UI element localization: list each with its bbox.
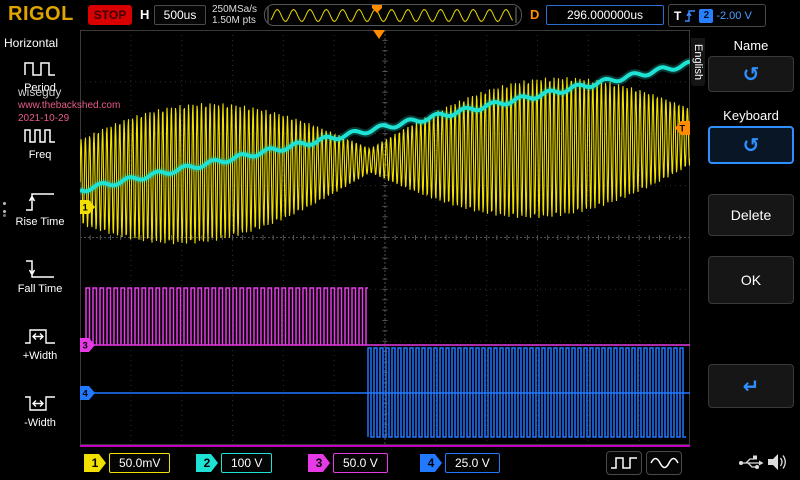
channel-2-tag: 2 [196,454,218,472]
horizontal-label: H [140,7,149,22]
sidebar-title: Horizontal [0,30,80,50]
top-status-bar: RIGOL STOP H 500us 250MSa/s 1.50M pts D … [0,0,800,30]
usb-icon [738,451,764,475]
measure-sidebar: Horizontal Period Freq Rise Time Fall Ti… [0,30,80,445]
channel-3-status[interactable]: 3 50.0 V [308,451,388,475]
sine-wave-indicator[interactable] [646,451,682,475]
sidebar-item-label: +Width [0,350,80,362]
oscilloscope-ui: RIGOL STOP H 500us 250MSa/s 1.50M pts D … [0,0,800,480]
channel-1-status[interactable]: 1 50.0mV [84,451,170,475]
sidebar-item-plus-width[interactable]: +Width [0,324,80,362]
square-wave-icon [609,454,639,472]
channel-1-ground-label: 1 [83,203,89,214]
trigger-level-readout: -2.00 V [716,10,751,22]
overview-waveform-icon [265,5,519,25]
softkey-menu: English Name ↺ Keyboard ↺ Delete OK ↵ [690,30,800,445]
channel-3-tag: 3 [308,454,330,472]
keyboard-label: Keyboard [708,108,794,123]
trigger-source-badge: 2 [699,9,713,23]
run-state-badge[interactable]: STOP [88,5,132,25]
graticule: 1 3 4 T [80,30,690,445]
keyboard-button[interactable]: ↺ [708,126,794,164]
delay-readout[interactable]: 296.000000us [546,5,664,25]
channel-1-scale: 50.0mV [109,453,170,473]
overview-trigger-marker[interactable] [372,5,382,13]
name-label: Name [708,38,794,53]
plus-width-icon [23,324,57,348]
delete-button[interactable]: Delete [708,194,794,236]
sine-wave-icon [649,454,679,472]
name-button[interactable]: ↺ [708,56,794,92]
trigger-level-marker-label: T [680,124,686,134]
bottom-right-indicators [606,451,682,475]
channel-4-scale: 25.0 V [445,453,500,473]
sidebar-item-label: -Width [0,417,80,429]
channel-4-status[interactable]: 4 25.0 V [420,451,500,475]
minus-width-icon [23,391,57,415]
channel-3-scale: 50.0 V [333,453,388,473]
undo-icon: ↺ [743,64,760,84]
overview-trace [271,10,513,22]
memory-depth: 1.50M pts [212,15,257,26]
channel-4-ground-label: 4 [83,389,89,400]
speaker-icon [766,450,788,474]
scroll-indicator [3,202,6,205]
trigger-label: T [674,9,681,23]
language-tab: English [691,38,705,86]
sidebar-item-label: Rise Time [0,216,80,228]
channel-1-tag: 1 [84,454,106,472]
rise-time-icon [23,190,57,214]
sidebar-item-freq[interactable]: Freq [0,123,80,161]
channel-3-ground-label: 3 [83,341,88,352]
fall-time-icon [23,257,57,281]
speaker-indicator [766,450,788,479]
usb-indicator [738,451,764,480]
timebase-readout[interactable]: 500us [154,5,206,25]
channel-2-status[interactable]: 2 100 V [196,451,272,475]
sidebar-item-label: Period [0,82,80,94]
period-icon [23,56,57,80]
sample-rate: 250MSa/s [212,4,257,15]
channel-status-bar: 1 50.0mV 2 100 V 3 50.0 V 4 25.0 V [0,447,800,480]
scope-display: 1 3 4 T [80,30,690,447]
enter-icon: ↵ [743,376,760,396]
sidebar-item-rise-time[interactable]: Rise Time [0,190,80,228]
sidebar-item-fall-time[interactable]: Fall Time [0,257,80,295]
sidebar-item-label: Fall Time [0,283,80,295]
channel-2-scale: 100 V [221,453,272,473]
acquisition-readout: 250MSa/s 1.50M pts [212,4,257,26]
ch3-trace [86,288,690,345]
trigger-slope-icon [684,8,696,24]
sidebar-item-minus-width[interactable]: -Width [0,391,80,429]
delay-label: D [530,7,539,22]
waveform-traces [80,62,690,437]
ok-button[interactable]: OK [708,256,794,304]
brand-logo: RIGOL [8,3,74,26]
trigger-position-marker[interactable] [373,30,385,39]
channel-4-tag: 4 [420,454,442,472]
waveform-overview-strip[interactable] [264,4,522,26]
enter-button[interactable]: ↵ [708,364,794,408]
undo-icon: ↺ [743,135,760,155]
trigger-readout[interactable]: T 2 -2.00 V [668,4,766,27]
sidebar-item-label: Freq [0,149,80,161]
sidebar-item-period[interactable]: Period [0,56,80,94]
square-wave-indicator[interactable] [606,451,642,475]
freq-icon [23,123,57,147]
